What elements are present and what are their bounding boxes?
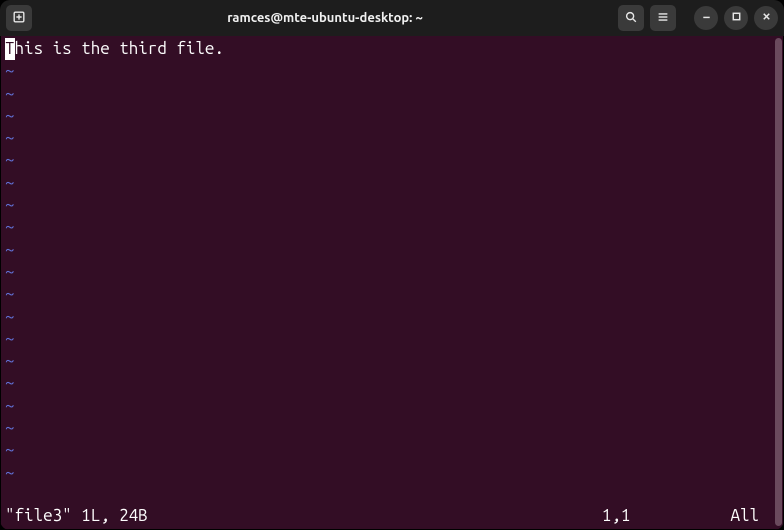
window-title: ramces@mte-ubuntu-desktop: ~ [32,11,618,25]
search-icon [624,10,638,27]
titlebar: ramces@mte-ubuntu-desktop: ~ [0,0,784,36]
status-view: All [730,505,759,527]
status-line: "file3" 1L, 24B 1,1 All [5,505,779,529]
empty-line-tilde: ~ [5,284,15,303]
empty-line-tilde: ~ [5,307,15,326]
scrollbar[interactable] [775,38,782,526]
status-file-info: "file3" 1L, 24B [5,505,148,527]
empty-line-tilde: ~ [5,150,15,169]
empty-line-tilde: ~ [5,418,15,437]
empty-line-tilde: ~ [5,173,15,192]
empty-line-tilde: ~ [5,217,15,236]
empty-line-tilde: ~ [5,373,15,392]
empty-line-tilde: ~ [5,84,15,103]
terminal-window: ramces@mte-ubuntu-desktop: ~ [0,0,784,530]
close-icon [761,11,772,25]
empty-line-tilde: ~ [5,396,15,415]
new-tab-button[interactable] [6,5,32,31]
empty-line-tilde: ~ [5,463,15,482]
new-tab-icon [12,10,26,27]
minimize-icon [701,11,712,25]
empty-line-tilde: ~ [5,262,15,281]
terminal-viewport[interactable]: This is the third file. ~ ~ ~ ~ ~ ~ ~ ~ … [0,36,784,530]
maximize-button[interactable] [724,6,748,30]
file-content-line: This is the third file. [5,39,224,58]
menu-button[interactable] [650,5,676,31]
line-text: his is the third file. [15,39,224,58]
cursor: T [5,38,15,60]
empty-line-tilde: ~ [5,329,15,348]
editor-buffer: This is the third file. ~ ~ ~ ~ ~ ~ ~ ~ … [5,38,779,505]
empty-line-tilde: ~ [5,351,15,370]
empty-line-tilde: ~ [5,128,15,147]
minimize-button[interactable] [694,6,718,30]
hamburger-icon [656,10,670,27]
empty-line-tilde: ~ [5,195,15,214]
close-button[interactable] [754,6,778,30]
status-cursor-position: 1,1 [602,505,631,527]
empty-line-tilde: ~ [5,440,15,459]
empty-line-tilde: ~ [5,240,15,259]
empty-line-tilde: ~ [5,61,15,80]
empty-line-tilde: ~ [5,106,15,125]
maximize-icon [731,11,742,25]
search-button[interactable] [618,5,644,31]
